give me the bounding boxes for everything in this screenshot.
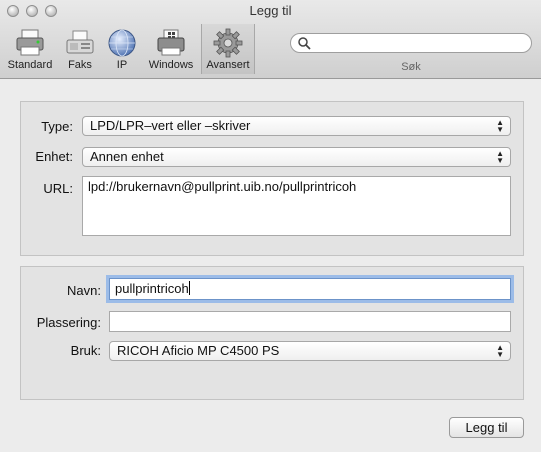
search-caption: Søk xyxy=(401,61,421,73)
add-button[interactable]: Legg til xyxy=(449,417,524,438)
search-icon xyxy=(298,37,311,50)
window-title: Legg til xyxy=(249,3,292,18)
gear-icon xyxy=(213,28,243,58)
fax-icon xyxy=(66,30,94,54)
url-label: URL: xyxy=(43,181,73,196)
toolbar-label-fax: Faks xyxy=(68,59,92,71)
toolbar-item-ip[interactable]: IP xyxy=(104,24,140,74)
printer-info-panel: Navn: pullprintricoh Plassering: Bruk: R… xyxy=(20,266,524,400)
use-popup-value: RICOH Aficio MP C4500 PS xyxy=(117,343,280,358)
globe-icon xyxy=(108,29,136,57)
printer-icon xyxy=(16,29,44,56)
toolbar-label-windows: Windows xyxy=(148,59,194,71)
toolbar-item-standard[interactable]: Standard xyxy=(4,24,56,74)
type-label: Type: xyxy=(41,119,73,134)
popup-arrows-icon: ▲ ▼ xyxy=(496,149,504,165)
add-printer-window: Legg til Standard Faks IP Windows Avanse… xyxy=(0,0,541,452)
toolbar-item-fax[interactable]: Faks xyxy=(60,24,100,74)
location-label: Plassering: xyxy=(36,315,101,330)
use-label: Bruk: xyxy=(70,343,101,358)
popup-arrows-icon: ▲ ▼ xyxy=(496,118,504,134)
toolbar-label-standard: Standard xyxy=(7,59,53,71)
url-field[interactable]: lpd://brukernavn@pullprint.uib.no/pullpr… xyxy=(82,176,511,236)
search-field[interactable] xyxy=(290,33,532,53)
toolbar-label-ip: IP xyxy=(116,59,128,71)
search-input[interactable] xyxy=(315,35,524,53)
windows-printer-icon xyxy=(157,29,185,56)
device-popup-value: Annen enhet xyxy=(90,149,164,164)
toolbar-label-advanced: Avansert xyxy=(206,59,250,71)
name-label: Navn: xyxy=(67,283,101,298)
toolbar-item-advanced[interactable]: Avansert xyxy=(201,24,255,74)
popup-arrows-icon: ▲ ▼ xyxy=(496,343,504,359)
name-field[interactable]: pullprintricoh xyxy=(109,278,511,300)
name-field-value: pullprintricoh xyxy=(115,281,189,296)
toolbar-item-windows[interactable]: Windows xyxy=(144,24,198,74)
location-field[interactable] xyxy=(109,311,511,332)
type-popup-value: LPD/LPR–vert eller –skriver xyxy=(90,118,251,133)
connection-panel: Type: LPD/LPR–vert eller –skriver ▲ ▼ Enh… xyxy=(20,101,524,256)
type-popup[interactable]: LPD/LPR–vert eller –skriver ▲ ▼ xyxy=(82,116,511,136)
device-label: Enhet: xyxy=(35,149,73,164)
toolbar: Legg til Standard Faks IP Windows Avanse… xyxy=(0,0,541,79)
url-field-value: lpd://brukernavn@pullprint.uib.no/pullpr… xyxy=(88,179,357,194)
use-popup[interactable]: RICOH Aficio MP C4500 PS ▲ ▼ xyxy=(109,341,511,361)
text-cursor xyxy=(188,281,190,295)
device-popup[interactable]: Annen enhet ▲ ▼ xyxy=(82,147,511,167)
